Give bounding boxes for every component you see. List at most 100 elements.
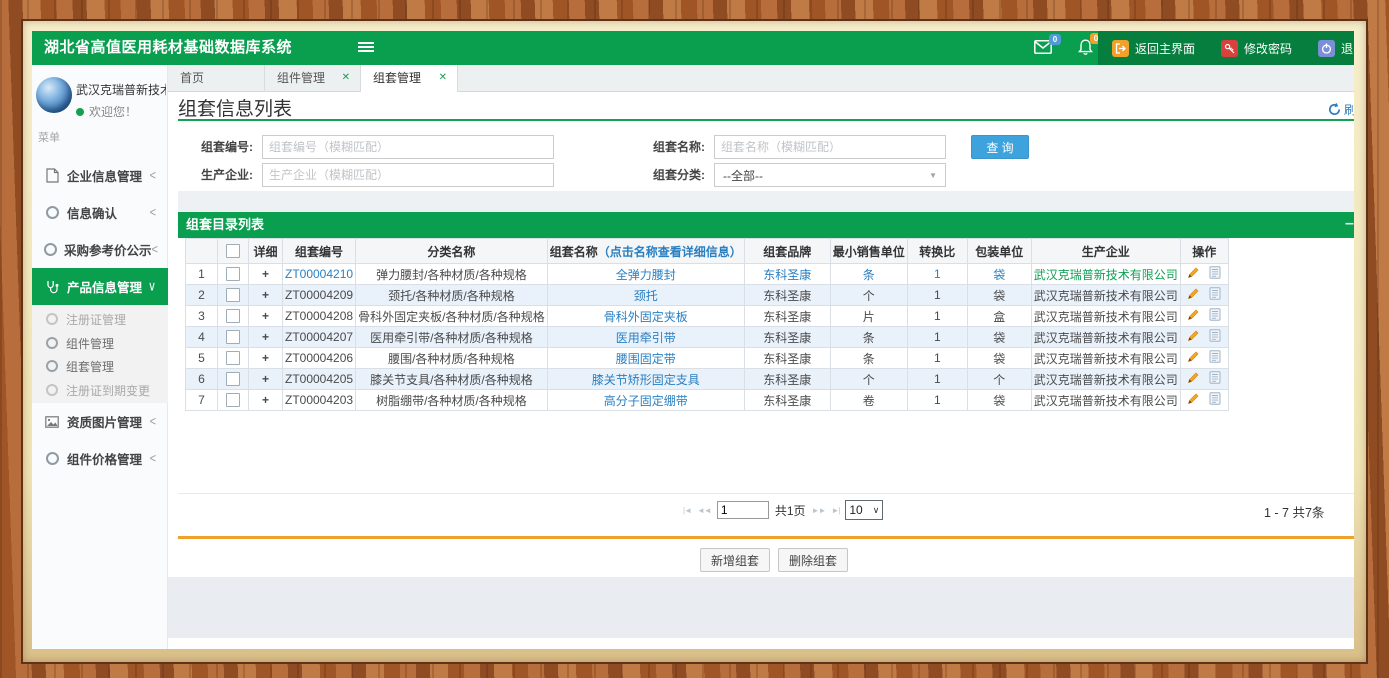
document-icon[interactable] [1209,266,1221,282]
close-tab-icon[interactable]: ✕ [439,65,447,91]
row-checkbox[interactable] [226,330,240,344]
document-icon[interactable] [1209,371,1221,387]
set-brand: 东科圣康 [744,327,830,348]
expand-row-button[interactable]: + [249,369,283,390]
sidebar-item-enterprise-info[interactable]: 企业信息管理 < [32,157,168,194]
manufacturer: 武汉克瑞普新技术有限公司 [1031,264,1180,285]
edit-icon[interactable] [1187,266,1200,282]
logout-button[interactable]: 退出 [1318,40,1354,57]
edit-icon[interactable] [1187,287,1200,303]
next-page-button[interactable]: ►► [812,506,826,515]
row-number: 2 [186,285,218,306]
change-password-button[interactable]: 修改密码 [1221,40,1292,57]
table-row: 2 + ZT00004209 颈托/各种材质/各种规格 颈托 东科圣康 个 1 … [186,285,1229,306]
set-name-link[interactable]: 高分子固定绷带 [604,394,688,408]
ops-cell [1180,369,1228,390]
circle-icon [44,452,60,465]
expand-row-button[interactable]: + [249,327,283,348]
set-name-cell: 颈托 [547,285,744,306]
select-all-checkbox[interactable] [226,244,240,258]
sidebar-item-info-confirm[interactable]: 信息确认 < [32,194,168,231]
set-name-link[interactable]: 骨科外固定夹板 [604,310,688,324]
edit-icon[interactable] [1187,350,1200,366]
set-name-link[interactable]: 医用牵引带 [616,331,676,345]
expand-row-button[interactable]: + [249,348,283,369]
tab-set-mgmt[interactable]: 组套管理 ✕ [361,65,458,93]
row-checkbox[interactable] [226,309,240,323]
circle-icon [44,206,60,219]
document-icon[interactable] [1209,287,1221,303]
expand-row-button[interactable]: + [249,306,283,327]
brand-header: 组套品牌 [744,239,830,264]
page-number-input[interactable] [717,501,769,519]
add-set-button[interactable]: 新增组套 [700,548,770,572]
row-checkbox[interactable] [226,351,240,365]
sidebar-item-product-info[interactable]: 产品信息管理 ∨ [32,268,168,305]
row-checkbox[interactable] [226,372,240,386]
category-name: 树脂绷带/各种材质/各种规格 [356,390,548,411]
prev-page-button[interactable]: ◄◄ [697,506,711,515]
set-name-link[interactable]: 全弹力腰封 [616,268,676,282]
query-button[interactable]: 查 询 [971,135,1029,159]
collapse-icon[interactable]: – [1345,212,1354,236]
detail-header: 详细 [249,239,283,264]
table-row: 3 + ZT00004208 骨科外固定夹板/各种材质/各种规格 骨科外固定夹板… [186,306,1229,327]
chevron-left-icon: < [150,414,156,428]
sidebar-item-cert-expiry-change[interactable]: 注册证到期变更 [32,378,168,402]
set-code-input[interactable] [262,135,554,159]
sidebar-item-set-mgmt[interactable]: 组套管理 [32,354,168,378]
bell-icon[interactable]: 0 [1078,39,1093,61]
refresh-button[interactable]: 刷新 [1328,101,1354,118]
row-checkbox[interactable] [226,288,240,302]
sidebar-item-registration-cert[interactable]: 注册证管理 [32,307,168,331]
sidebar-item-component-price[interactable]: 组件价格管理 < [32,440,168,477]
document-icon[interactable] [1209,392,1221,408]
set-name-link[interactable]: 颈托 [634,289,658,303]
code-header: 组套编号 [283,239,356,264]
close-tab-icon[interactable]: ✕ [342,65,350,91]
manufacturer-input[interactable] [262,163,554,187]
row-checkbox[interactable] [226,393,240,407]
document-icon[interactable] [1209,329,1221,345]
tab-label: 首页 [180,71,204,85]
edit-icon[interactable] [1187,329,1200,345]
mail-icon[interactable]: 0 [1034,40,1052,59]
key-icon [1221,40,1238,57]
tab-component-mgmt[interactable]: 组件管理 ✕ [265,65,361,92]
delete-set-button[interactable]: 删除组套 [778,548,848,572]
sidebar: 武汉克瑞普新技术有限公司 欢迎您！ 菜单 企业信息管理 < 信息确认 < 采购参 [32,65,168,649]
hamburger-menu-icon[interactable] [358,42,374,54]
document-icon[interactable] [1209,308,1221,324]
pack-unit: 袋 [967,327,1031,348]
sidebar-item-component-mgmt[interactable]: 组件管理 [32,331,168,355]
manufacturer: 武汉克瑞普新技术有限公司 [1031,327,1180,348]
first-page-button[interactable]: |◄ [683,506,691,515]
set-brand: 东科圣康 [744,348,830,369]
row-number: 4 [186,327,218,348]
return-main-button[interactable]: 返回主界面 [1112,40,1195,57]
last-page-button[interactable]: ►| [831,506,839,515]
set-name-link[interactable]: 膝关节矫形固定支具 [592,373,700,387]
sidebar-item-purchase-ref-price[interactable]: 采购参考价公示 < [32,231,168,268]
tab-label: 组件管理 [277,71,325,85]
expand-row-button[interactable]: + [249,390,283,411]
set-category-select[interactable]: --全部-- ▼ [714,163,946,187]
set-name-link[interactable]: 腰围固定带 [616,352,676,366]
edit-icon[interactable] [1187,371,1200,387]
tab-home[interactable]: 首页 [168,65,265,92]
min-sale-unit: 条 [830,264,907,285]
expand-row-button[interactable]: + [249,264,283,285]
sidebar-item-qualification-images[interactable]: 资质图片管理 < [32,403,168,440]
expand-row-button[interactable]: + [249,285,283,306]
edit-icon[interactable] [1187,392,1200,408]
set-name-input[interactable] [714,135,946,159]
document-icon[interactable] [1209,350,1221,366]
row-checkbox[interactable] [226,267,240,281]
page-size-select[interactable]: 10 ∨ [845,500,883,520]
edit-icon[interactable] [1187,308,1200,324]
circle-icon [46,337,58,349]
ops-cell [1180,327,1228,348]
checkbox-cell [218,369,249,390]
app-title: 湖北省高值医用耗材基础数据库系统 [44,31,292,65]
manufacturer: 武汉克瑞普新技术有限公司 [1031,348,1180,369]
